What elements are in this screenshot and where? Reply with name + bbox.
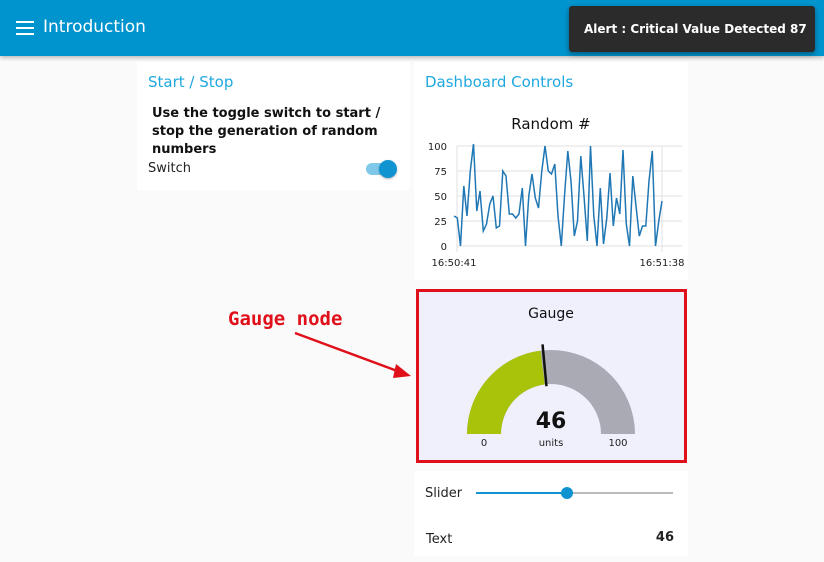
annotation-arrow-layer xyxy=(294,331,411,378)
toggle-knob xyxy=(379,160,397,178)
gauge-card: Gauge 46 units 0 100 xyxy=(416,289,687,463)
chart-title: Random # xyxy=(511,115,590,133)
gauge-node-annotation: Gauge node xyxy=(228,308,343,330)
hamburger-menu-icon[interactable] xyxy=(16,21,34,35)
slider-label: Slider xyxy=(425,486,463,501)
slider-track[interactable] xyxy=(476,487,673,499)
text-widget-label: Text xyxy=(426,532,453,547)
slider-text-card: Slider Text 46 xyxy=(414,471,688,556)
gauge-fill-arc xyxy=(467,350,545,434)
page-title: Introduction xyxy=(43,17,146,37)
slider-thumb[interactable] xyxy=(560,487,573,499)
chart-y-tick-label: 100 xyxy=(428,142,447,153)
gauge-title: Gauge xyxy=(528,306,574,322)
gauge-units: units xyxy=(539,438,564,449)
start-stop-title: Start / Stop xyxy=(148,73,234,91)
dashboard-controls-card: Dashboard Controls Random # 0 25 50 75 100 1… xyxy=(414,62,688,280)
start-stop-toggle-switch[interactable] xyxy=(366,160,397,178)
gauge-value: 46 xyxy=(536,409,567,434)
chart-series-line xyxy=(453,143,663,247)
chart-x-tick-label: 16:51:38 xyxy=(640,258,685,269)
random-line-chart: Random # 0 25 50 75 100 16:50:41 16:51:38 xyxy=(428,115,685,269)
start-stop-card: Start / Stop Use the toggle switch to st… xyxy=(137,62,410,190)
alert-toast[interactable]: Alert : Critical Value Detected 87 xyxy=(569,6,815,52)
chart-y-tick-label: 25 xyxy=(434,217,447,228)
annotation-arrow-line xyxy=(294,331,401,374)
gauge-min-label: 0 xyxy=(481,438,487,449)
chart-y-tick-label: 75 xyxy=(434,167,447,178)
gauge-max-label: 100 xyxy=(608,438,627,449)
slider-fill xyxy=(476,492,567,494)
chart-y-tick-label: 50 xyxy=(434,192,447,203)
text-widget-value: 46 xyxy=(655,530,674,545)
gauge-widget: Gauge 46 units 0 100 xyxy=(467,306,635,449)
switch-label: Switch xyxy=(148,161,191,176)
annotation-arrow-head xyxy=(393,364,411,378)
chart-y-tick-label: 0 xyxy=(441,242,447,253)
chart-x-tick-label: 16:50:41 xyxy=(432,258,477,269)
start-stop-description: Use the toggle switch to start / stop th… xyxy=(152,106,381,157)
